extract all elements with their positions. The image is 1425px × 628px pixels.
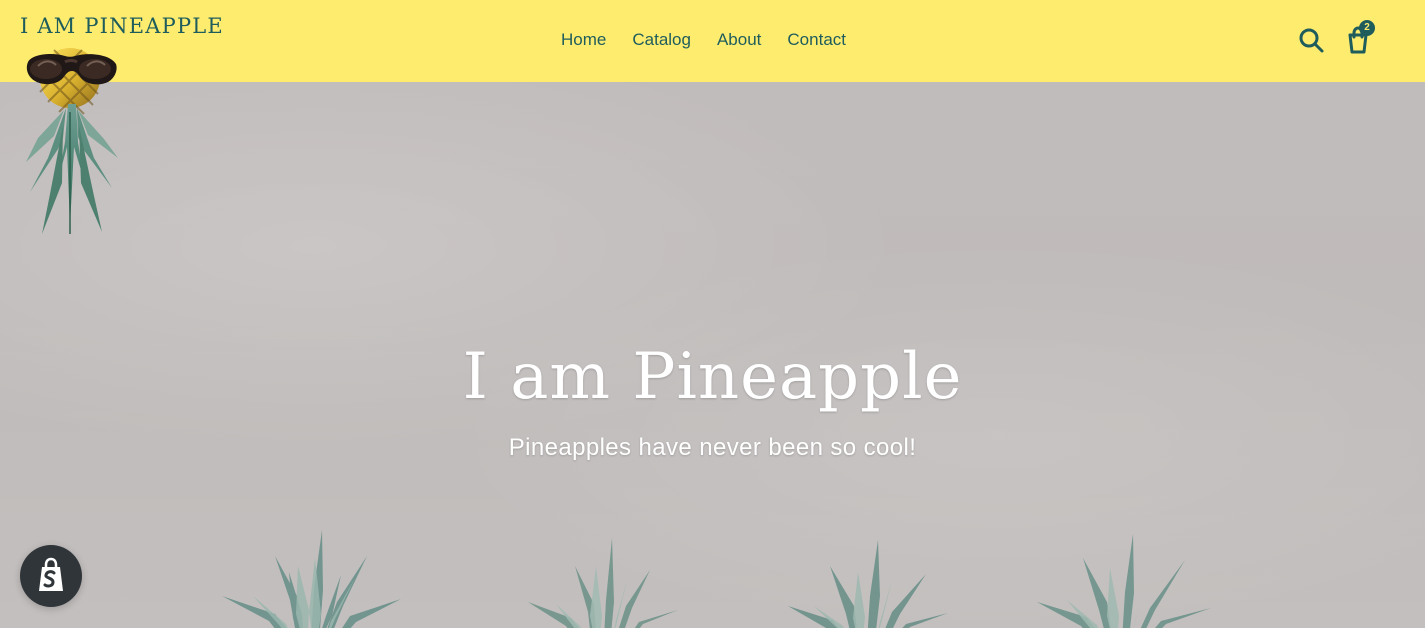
shopify-badge-button[interactable] — [20, 545, 82, 607]
pineapple-sunglasses-logo-icon — [26, 48, 118, 234]
cart-button[interactable]: 2 — [1341, 20, 1375, 58]
search-button[interactable] — [1295, 24, 1329, 58]
main-navigation: Home Catalog About Contact — [561, 29, 846, 51]
nav-contact-link[interactable]: Contact — [787, 29, 846, 51]
hero-banner: I am Pineapple Pineapples have never bee… — [0, 82, 1425, 628]
storefront-page: I AM PINEAPPLE Home Catalog About Contac… — [0, 0, 1425, 628]
site-header: I AM PINEAPPLE Home Catalog About Contac… — [0, 0, 1425, 234]
site-logo-link[interactable]: I AM PINEAPPLE — [20, 14, 224, 234]
hero-title: I am Pineapple — [462, 340, 963, 414]
nav-about-link[interactable]: About — [717, 29, 761, 51]
pineapple-image — [788, 540, 948, 628]
search-icon — [1295, 24, 1329, 58]
header-actions: 2 — [1295, 20, 1375, 60]
cart-count-badge: 2 — [1359, 20, 1375, 36]
pineapple-image — [528, 538, 678, 628]
pineapple-image — [222, 530, 401, 628]
pineapple-image — [1037, 534, 1211, 628]
hero-subtitle: Pineapples have never been so cool! — [508, 434, 917, 461]
nav-catalog-link[interactable]: Catalog — [632, 29, 691, 51]
nav-home-link[interactable]: Home — [561, 29, 606, 51]
site-logo-text: I AM PINEAPPLE — [20, 14, 224, 38]
